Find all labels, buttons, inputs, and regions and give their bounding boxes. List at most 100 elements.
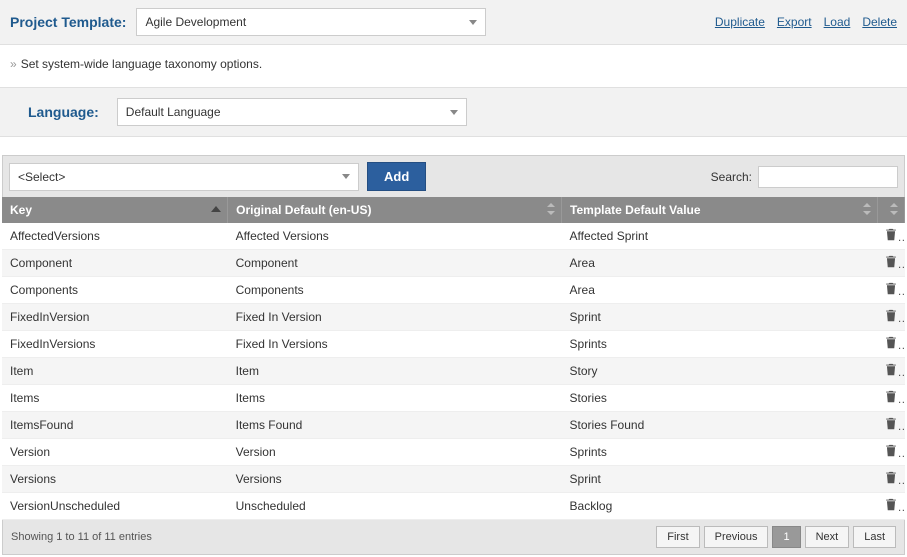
cell-original: Affected Versions xyxy=(228,223,562,250)
toolbar: <Select> Add Search: xyxy=(2,155,905,197)
trash-icon[interactable] xyxy=(885,444,897,457)
column-header-delete xyxy=(877,197,904,223)
cell-original: Fixed In Version xyxy=(228,304,562,331)
table-row: ItemsItemsStories xyxy=(2,385,905,412)
column-header-key[interactable]: Key xyxy=(2,197,228,223)
trash-icon[interactable] xyxy=(885,336,897,349)
search-label: Search: xyxy=(711,170,752,184)
cell-key: ItemsFound xyxy=(2,412,228,439)
trash-icon[interactable] xyxy=(885,390,897,403)
search-wrap: Search: xyxy=(711,166,898,188)
trash-icon[interactable] xyxy=(885,363,897,376)
cell-key: Version xyxy=(2,439,228,466)
cell-delete xyxy=(877,331,904,358)
cell-original: Component xyxy=(228,250,562,277)
cell-key: FixedInVersion xyxy=(2,304,228,331)
cell-value: Sprint xyxy=(562,466,878,493)
entries-info: Showing 1 to 11 of 11 entries xyxy=(11,531,152,543)
cell-original: Items xyxy=(228,385,562,412)
footer-bar: Showing 1 to 11 of 11 entries First Prev… xyxy=(2,520,905,555)
cell-original: Versions xyxy=(228,466,562,493)
cell-value: Stories Found xyxy=(562,412,878,439)
header-bar: Project Template: Agile Development Dupl… xyxy=(0,0,907,45)
project-template-value: Agile Development xyxy=(145,15,246,29)
cell-original: Items Found xyxy=(228,412,562,439)
table-row: ComponentsComponentsArea xyxy=(2,277,905,304)
duplicate-link[interactable]: Duplicate xyxy=(715,15,765,29)
trash-icon[interactable] xyxy=(885,255,897,268)
pager: First Previous 1 Next Last xyxy=(656,526,896,548)
cell-value: Area xyxy=(562,277,878,304)
data-table: Key Original Default (en-US) Template De… xyxy=(2,197,905,520)
cell-value: Sprints xyxy=(562,331,878,358)
cell-key: Component xyxy=(2,250,228,277)
table-row: VersionVersionSprints xyxy=(2,439,905,466)
cell-key: Item xyxy=(2,358,228,385)
pager-last[interactable]: Last xyxy=(853,526,896,548)
cell-delete xyxy=(877,304,904,331)
cell-value: Sprint xyxy=(562,304,878,331)
cell-delete xyxy=(877,277,904,304)
table-row: FixedInVersionsFixed In VersionsSprints xyxy=(2,331,905,358)
table-row: VersionsVersionsSprint xyxy=(2,466,905,493)
cell-original: Item xyxy=(228,358,562,385)
export-link[interactable]: Export xyxy=(777,15,812,29)
cell-original: Components xyxy=(228,277,562,304)
pager-first[interactable]: First xyxy=(656,526,699,548)
cell-original: Fixed In Versions xyxy=(228,331,562,358)
table-row: VersionUnscheduledUnscheduledBacklog xyxy=(2,493,905,520)
cell-value: Story xyxy=(562,358,878,385)
cell-key: Items xyxy=(2,385,228,412)
table-row: ItemsFoundItems FoundStories Found xyxy=(2,412,905,439)
chevron-down-icon xyxy=(450,110,458,115)
cell-value: Area xyxy=(562,250,878,277)
cell-value: Backlog xyxy=(562,493,878,520)
header-actions: Duplicate Export Load Delete xyxy=(715,15,897,29)
cell-delete xyxy=(877,466,904,493)
cell-delete xyxy=(877,412,904,439)
project-template-select[interactable]: Agile Development xyxy=(136,8,486,36)
delete-link[interactable]: Delete xyxy=(862,15,897,29)
add-button[interactable]: Add xyxy=(367,162,426,191)
key-select-placeholder: <Select> xyxy=(18,170,65,184)
subtitle-text: Set system-wide language taxonomy option… xyxy=(21,57,262,71)
cell-delete xyxy=(877,439,904,466)
cell-value: Affected Sprint xyxy=(562,223,878,250)
cell-key: FixedInVersions xyxy=(2,331,228,358)
language-select[interactable]: Default Language xyxy=(117,98,467,126)
cell-original: Unscheduled xyxy=(228,493,562,520)
cell-key: VersionUnscheduled xyxy=(2,493,228,520)
column-header-original[interactable]: Original Default (en-US) xyxy=(228,197,562,223)
table-row: FixedInVersionFixed In VersionSprint xyxy=(2,304,905,331)
breadcrumb-icon: » xyxy=(10,57,17,71)
table-row: ItemItemStory xyxy=(2,358,905,385)
table-row: AffectedVersionsAffected VersionsAffecte… xyxy=(2,223,905,250)
table-row: ComponentComponentArea xyxy=(2,250,905,277)
trash-icon[interactable] xyxy=(885,471,897,484)
trash-icon[interactable] xyxy=(885,498,897,511)
subtitle-row: » Set system-wide language taxonomy opti… xyxy=(0,45,907,87)
trash-icon[interactable] xyxy=(885,228,897,241)
pager-previous[interactable]: Previous xyxy=(704,526,769,548)
cell-value: Stories xyxy=(562,385,878,412)
search-input[interactable] xyxy=(758,166,898,188)
chevron-down-icon xyxy=(469,20,477,25)
cell-delete xyxy=(877,493,904,520)
cell-delete xyxy=(877,250,904,277)
cell-key: Versions xyxy=(2,466,228,493)
trash-icon[interactable] xyxy=(885,417,897,430)
pager-next[interactable]: Next xyxy=(805,526,850,548)
cell-key: AffectedVersions xyxy=(2,223,228,250)
cell-original: Version xyxy=(228,439,562,466)
cell-delete xyxy=(877,223,904,250)
column-header-value[interactable]: Template Default Value xyxy=(562,197,878,223)
cell-delete xyxy=(877,385,904,412)
cell-delete xyxy=(877,358,904,385)
key-select[interactable]: <Select> xyxy=(9,163,359,191)
pager-page-current[interactable]: 1 xyxy=(772,526,800,548)
chevron-down-icon xyxy=(342,174,350,179)
load-link[interactable]: Load xyxy=(824,15,851,29)
trash-icon[interactable] xyxy=(885,309,897,322)
cell-value: Sprints xyxy=(562,439,878,466)
trash-icon[interactable] xyxy=(885,282,897,295)
